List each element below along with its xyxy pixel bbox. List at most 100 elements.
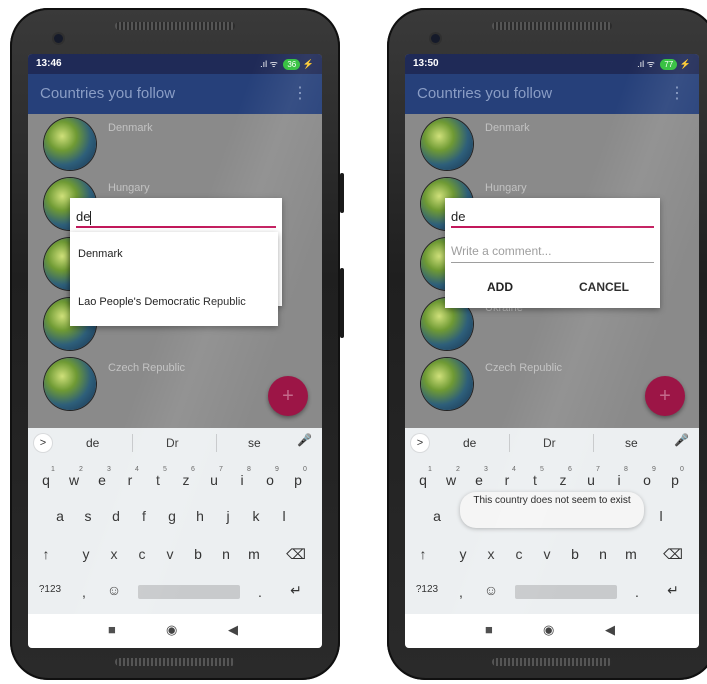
key[interactable]: w: [441, 472, 461, 488]
key[interactable]: z: [553, 472, 573, 488]
suggestion-denmark[interactable]: Denmark: [78, 248, 123, 260]
key-number-hint: 9: [652, 466, 656, 473]
comma-key[interactable]: ,: [451, 584, 471, 600]
keyboard-suggestion[interactable]: de: [463, 436, 476, 450]
text-caret: [90, 210, 92, 225]
key[interactable]: i: [609, 472, 629, 488]
key[interactable]: q: [36, 472, 56, 488]
key[interactable]: a: [50, 508, 70, 524]
status-icons: .ıl ᯤ 77 ⚡: [637, 54, 691, 74]
key[interactable]: p: [665, 472, 685, 488]
recents-icon[interactable]: ■: [485, 622, 493, 637]
microphone-icon[interactable]: 🎤: [674, 433, 689, 447]
key[interactable]: w: [64, 472, 84, 488]
backspace-icon[interactable]: ⌫: [663, 546, 683, 563]
key[interactable]: l: [651, 508, 671, 524]
key[interactable]: g: [162, 508, 182, 524]
key[interactable]: e: [92, 472, 112, 488]
comment-input[interactable]: Write a comment...: [451, 240, 654, 263]
key[interactable]: h: [190, 508, 210, 524]
country-search-input[interactable]: de: [451, 206, 654, 228]
symbols-key[interactable]: ?123: [34, 584, 66, 595]
shift-icon[interactable]: ↑: [36, 546, 56, 562]
key[interactable]: n: [593, 546, 613, 562]
add-country-fab[interactable]: +: [268, 376, 308, 416]
key[interactable]: m: [621, 546, 641, 562]
key[interactable]: i: [232, 472, 252, 488]
earpiece-speaker: [115, 22, 235, 30]
enter-icon[interactable]: ↵: [663, 582, 683, 599]
key[interactable]: q: [413, 472, 433, 488]
key[interactable]: u: [581, 472, 601, 488]
key[interactable]: r: [497, 472, 517, 488]
emoji-icon[interactable]: ☺: [104, 582, 124, 598]
space-bar[interactable]: [515, 585, 617, 599]
comma-key[interactable]: ,: [74, 584, 94, 600]
expand-icon[interactable]: >: [411, 434, 429, 452]
enter-icon[interactable]: ↵: [286, 582, 306, 599]
key[interactable]: o: [637, 472, 657, 488]
key[interactable]: o: [260, 472, 280, 488]
key[interactable]: f: [134, 508, 154, 524]
key[interactable]: s: [78, 508, 98, 524]
key[interactable]: b: [565, 546, 585, 562]
cancel-button[interactable]: CANCEL: [579, 280, 629, 294]
key[interactable]: l: [274, 508, 294, 524]
period-key[interactable]: .: [250, 584, 270, 600]
key[interactable]: c: [509, 546, 529, 562]
back-icon[interactable]: ◀: [228, 622, 238, 638]
key[interactable]: d: [106, 508, 126, 524]
key[interactable]: n: [216, 546, 236, 562]
key-number-hint: 0: [680, 466, 684, 473]
key[interactable]: p: [288, 472, 308, 488]
key[interactable]: a: [427, 508, 447, 524]
key[interactable]: z: [176, 472, 196, 488]
navigation-bar: ■ ◉ ◀: [28, 614, 322, 648]
keyboard-suggestion[interactable]: Dr: [166, 436, 179, 450]
key[interactable]: t: [148, 472, 168, 488]
keyboard-suggestion[interactable]: de: [86, 436, 99, 450]
key[interactable]: x: [104, 546, 124, 562]
key[interactable]: m: [244, 546, 264, 562]
country-search-input[interactable]: de: [76, 206, 276, 228]
battery-icon: 77: [660, 59, 678, 70]
key[interactable]: x: [481, 546, 501, 562]
key[interactable]: e: [469, 472, 489, 488]
key-number-hint: 0: [303, 466, 307, 473]
key-number-hint: 9: [275, 466, 279, 473]
key[interactable]: y: [453, 546, 473, 562]
app-bar: Countries you follow ⋮: [28, 74, 322, 114]
period-key[interactable]: .: [627, 584, 647, 600]
space-bar[interactable]: [138, 585, 240, 599]
key[interactable]: t: [525, 472, 545, 488]
list-item[interactable]: Denmark: [405, 114, 699, 174]
keyboard-suggestion[interactable]: Dr: [543, 436, 556, 450]
key[interactable]: j: [218, 508, 238, 524]
add-button[interactable]: ADD: [487, 280, 513, 294]
keyboard-suggestion[interactable]: se: [625, 436, 638, 450]
shift-icon[interactable]: ↑: [413, 546, 433, 562]
key[interactable]: r: [120, 472, 140, 488]
key[interactable]: v: [160, 546, 180, 562]
list-item[interactable]: Denmark: [28, 114, 322, 174]
backspace-icon[interactable]: ⌫: [286, 546, 306, 563]
key[interactable]: u: [204, 472, 224, 488]
key[interactable]: v: [537, 546, 557, 562]
emoji-icon[interactable]: ☺: [481, 582, 501, 598]
back-icon[interactable]: ◀: [605, 622, 615, 638]
overflow-menu-icon[interactable]: ⋮: [669, 74, 685, 114]
recents-icon[interactable]: ■: [108, 622, 116, 637]
key[interactable]: k: [246, 508, 266, 524]
keyboard-suggestion[interactable]: se: [248, 436, 261, 450]
symbols-key[interactable]: ?123: [411, 584, 443, 595]
key[interactable]: c: [132, 546, 152, 562]
home-icon[interactable]: ◉: [166, 622, 177, 638]
microphone-icon[interactable]: 🎤: [297, 433, 312, 447]
key[interactable]: b: [188, 546, 208, 562]
suggestion-lao[interactable]: Lao People's Democratic Republic: [78, 296, 246, 308]
add-country-fab[interactable]: +: [645, 376, 685, 416]
home-icon[interactable]: ◉: [543, 622, 554, 638]
expand-icon[interactable]: >: [34, 434, 52, 452]
key[interactable]: y: [76, 546, 96, 562]
overflow-menu-icon[interactable]: ⋮: [292, 74, 308, 114]
